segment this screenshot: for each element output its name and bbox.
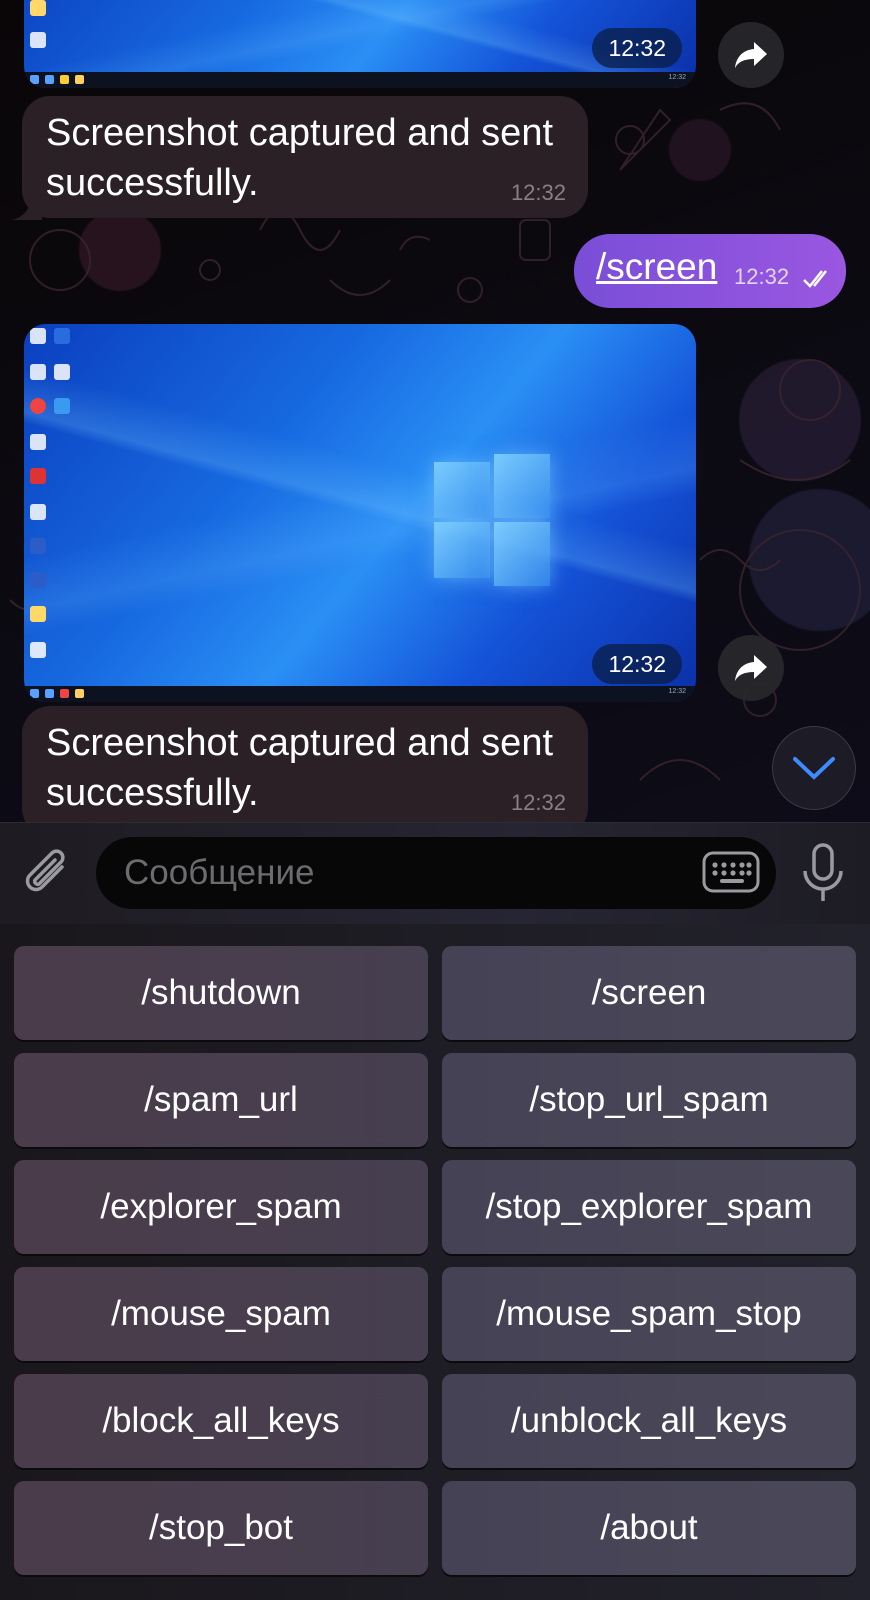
message-input-bar: Сообщение: [0, 822, 870, 925]
command-button[interactable]: /stop_bot: [14, 1481, 428, 1575]
windows-taskbar: 12:32: [24, 72, 696, 88]
command-button[interactable]: /about: [442, 1481, 856, 1575]
desktop-icon: [30, 0, 46, 16]
desktop-icon: [30, 642, 46, 658]
desktop-icon: [30, 504, 46, 520]
paperclip-icon[interactable]: [22, 845, 74, 901]
desktop-icon: [30, 434, 46, 450]
forward-button[interactable]: [718, 22, 784, 88]
scroll-to-bottom-button[interactable]: [772, 726, 856, 810]
command-button[interactable]: /unblock_all_keys: [442, 1374, 856, 1468]
command-button[interactable]: /spam_url: [14, 1053, 428, 1147]
message-placeholder: Сообщение: [124, 853, 315, 892]
desktop-icon: [30, 32, 46, 48]
command-button[interactable]: /explorer_spam: [14, 1160, 428, 1254]
screenshot-photo-top[interactable]: 12:32 12:32: [24, 0, 696, 88]
windows-logo: [434, 454, 554, 586]
photo-timestamp: 12:32: [592, 644, 682, 684]
bot-message-bubble[interactable]: Screenshot captured and sent successfull…: [22, 706, 588, 822]
command-button[interactable]: /block_all_keys: [14, 1374, 428, 1468]
desktop-icon: [30, 538, 46, 554]
command-button[interactable]: /mouse_spam: [14, 1267, 428, 1361]
command-button[interactable]: /mouse_spam_stop: [442, 1267, 856, 1361]
desktop-icon: [30, 468, 46, 484]
chevron-down-icon: [793, 757, 835, 780]
wallpaper-rays: [24, 324, 696, 702]
bot-command-keyboard: /shutdown /screen /spam_url /stop_url_sp…: [0, 924, 870, 1600]
command-button[interactable]: /shutdown: [14, 946, 428, 1040]
command-button[interactable]: /stop_url_spam: [442, 1053, 856, 1147]
message-text: Screenshot captured and sent successfull…: [46, 722, 554, 814]
forward-icon: [735, 655, 767, 681]
windows-taskbar: 12:32: [24, 686, 696, 702]
message-time: 12:32: [734, 264, 790, 289]
command-button[interactable]: /screen: [442, 946, 856, 1040]
message-text: Screenshot captured and sent successfull…: [46, 112, 554, 204]
desktop-icon: [54, 328, 70, 344]
double-check-icon: [803, 270, 827, 288]
desktop-icon: [30, 398, 46, 414]
photo-timestamp: 12:32: [592, 28, 682, 68]
desktop-icon: [30, 572, 46, 588]
forward-button[interactable]: [718, 635, 784, 701]
command-button[interactable]: /stop_explorer_spam: [442, 1160, 856, 1254]
message-time: 12:32: [510, 180, 566, 205]
command-link[interactable]: /screen: [596, 246, 717, 288]
keyboard-icon[interactable]: [702, 849, 760, 895]
desktop-icon: [30, 606, 46, 622]
bubble-tail: [12, 192, 42, 220]
desktop-icon: [30, 364, 46, 380]
screenshot-photo[interactable]: 12:32 12:32: [24, 324, 696, 702]
desktop-icon: [54, 364, 70, 380]
forward-icon: [735, 42, 767, 68]
chat-area[interactable]: 12:32 12:32 Screenshot captured and sent…: [0, 0, 870, 822]
message-field[interactable]: Сообщение: [96, 837, 776, 909]
bot-message-bubble[interactable]: Screenshot captured and sent successfull…: [22, 96, 588, 218]
user-message-bubble[interactable]: /screen 12:32: [574, 234, 846, 308]
microphone-icon[interactable]: [800, 843, 846, 905]
message-time: 12:32: [510, 790, 566, 815]
desktop-icon: [54, 398, 70, 414]
desktop-icon: [30, 328, 46, 344]
